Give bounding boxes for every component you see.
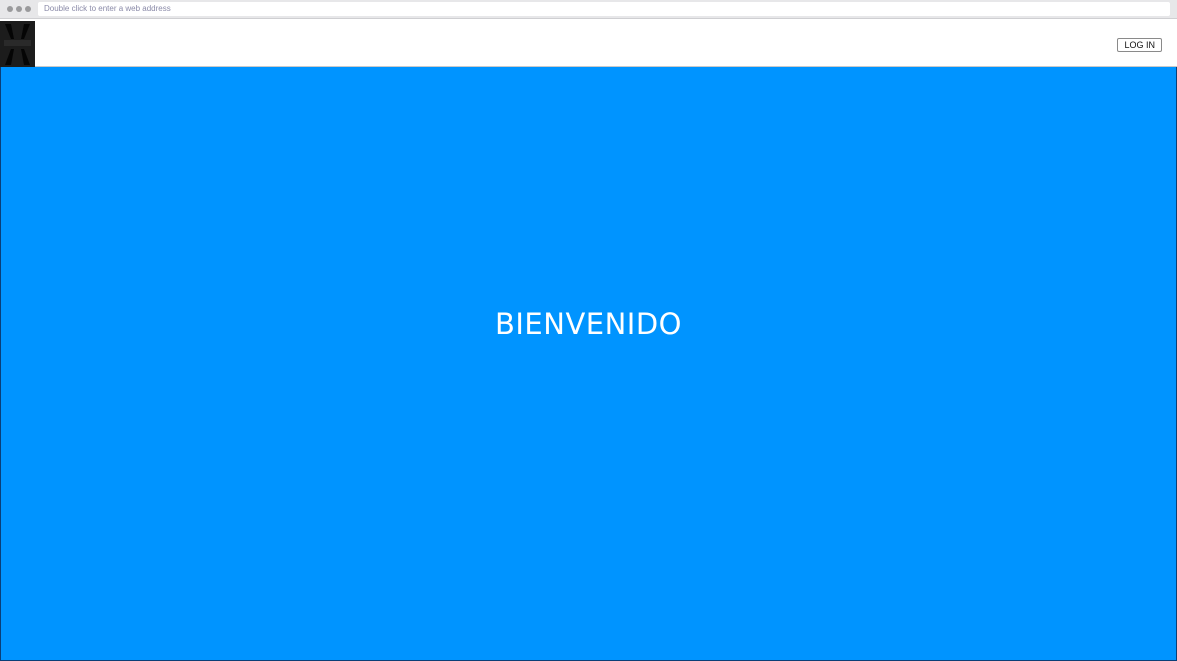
welcome-title: BIENVENIDO	[494, 307, 683, 341]
app-header: LOG IN	[0, 21, 1177, 67]
hero-section: BIENVENIDO	[0, 67, 1177, 661]
address-bar[interactable]: Double click to enter a web address	[38, 2, 1170, 16]
window-close-dot-icon[interactable]	[7, 6, 13, 12]
login-button[interactable]: LOG IN	[1117, 38, 1162, 52]
browser-window: Double click to enter a web address LOG …	[0, 0, 1177, 661]
window-minimize-dot-icon[interactable]	[16, 6, 22, 12]
logo-graphic	[0, 21, 35, 67]
window-maximize-dot-icon[interactable]	[25, 6, 31, 12]
browser-toolbar: Double click to enter a web address	[0, 0, 1177, 19]
brand-logo-icon[interactable]	[0, 21, 35, 67]
